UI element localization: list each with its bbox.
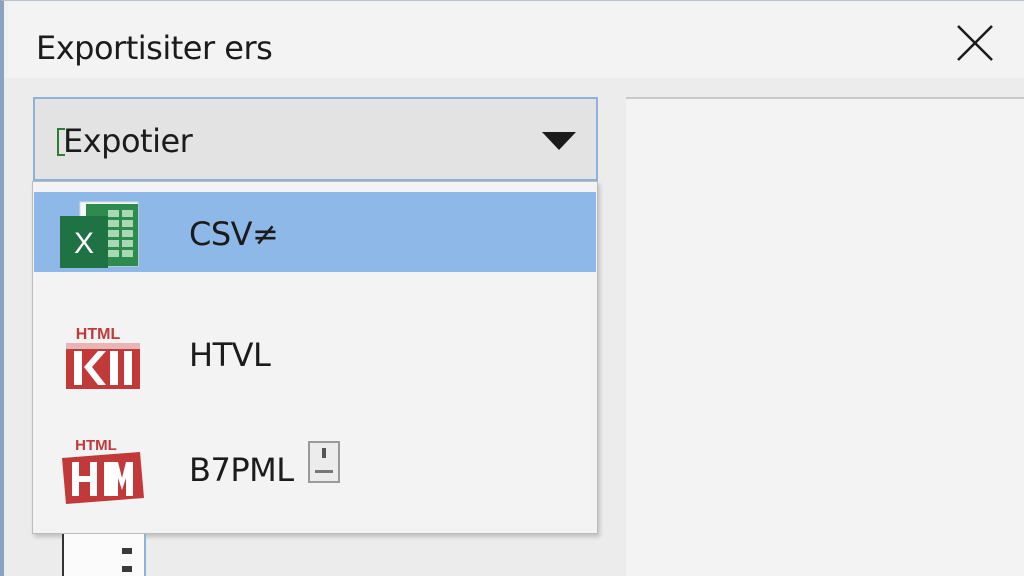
dropdown-item-label: B7PML [189, 451, 294, 489]
close-icon [957, 25, 993, 61]
preview-panel [626, 97, 1024, 576]
svg-text:X: X [74, 227, 94, 260]
document-icon [62, 534, 146, 576]
dropdown-item-label: HTVL [189, 336, 271, 374]
dialog-title: Exportisiter ers [36, 29, 273, 67]
chevron-down-icon[interactable] [542, 132, 576, 150]
excel-icon: X [56, 198, 148, 274]
html-file-icon: HTML [56, 434, 148, 510]
dropdown-item-csv[interactable]: X CSV≠ [34, 192, 596, 272]
svg-text:HTML: HTML [75, 437, 117, 454]
dropdown-item-html[interactable]: HTML HTVL [34, 313, 596, 393]
svg-text:HTML: HTML [76, 326, 121, 343]
close-button[interactable] [944, 16, 1006, 70]
html-file-icon: HTML [56, 319, 148, 395]
export-format-select[interactable]: Expotier [33, 97, 598, 181]
item-options-button[interactable] [308, 441, 340, 483]
title-bar: Exportisiter ers [8, 2, 1024, 78]
export-format-value: Expotier [63, 122, 193, 160]
document-line [122, 566, 132, 572]
dropdown-item-label: CSV≠ [189, 215, 279, 253]
document-line [122, 548, 132, 554]
